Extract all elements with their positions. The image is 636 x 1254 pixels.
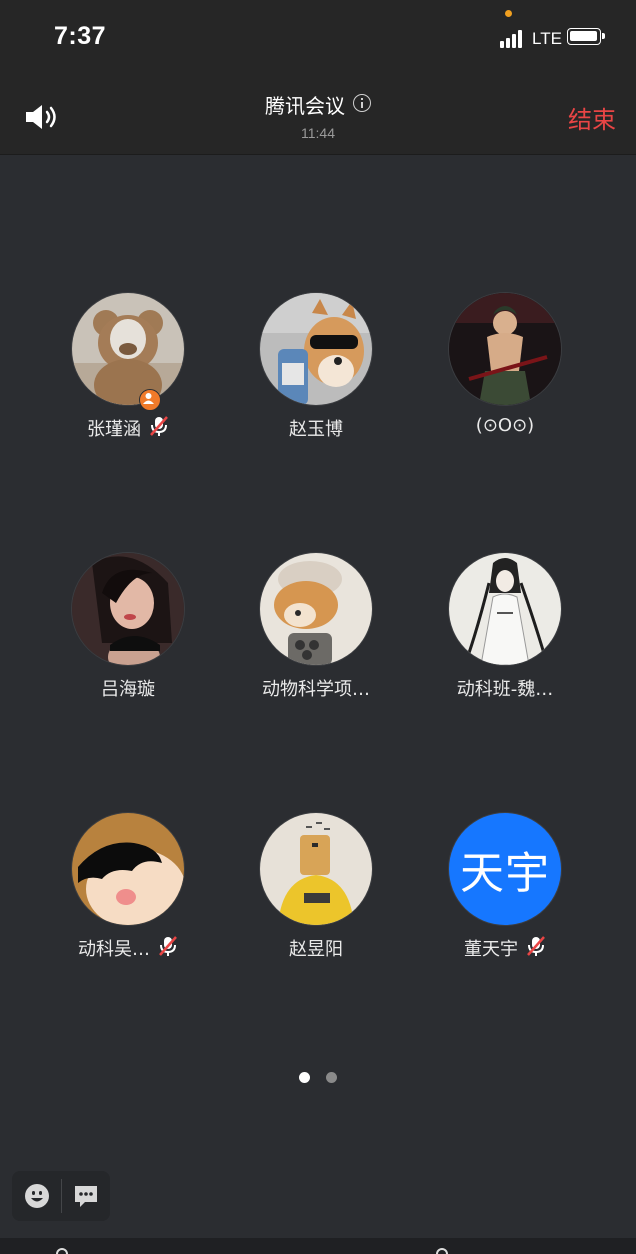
avatar-bag-head-person [260, 813, 372, 925]
avatar-anime-swordsman [449, 293, 561, 405]
participant-name: 动科班-魏… [456, 679, 554, 700]
participant-name: 张瑾涵 [87, 419, 141, 440]
meeting-header: 腾讯会议 11:44 结束 [0, 76, 636, 155]
status-bar: 7:37 LTE [0, 0, 636, 76]
participant-name: (⊙O⊙) [475, 415, 535, 436]
quick-action-bar [12, 1171, 110, 1221]
meeting-elapsed-time: 11:44 [301, 125, 335, 141]
status-time: 7:37 [54, 22, 107, 50]
mic-muted-icon [150, 416, 168, 436]
avatar-text: 天宇 [449, 813, 561, 925]
chat-icon[interactable] [73, 1183, 99, 1209]
participants-icon[interactable] [436, 1248, 448, 1254]
participant-tile[interactable]: 吕海璇 [33, 553, 223, 713]
meeting-title: 腾讯会议 [265, 94, 345, 118]
participant-tile[interactable]: (⊙O⊙) [410, 293, 600, 453]
participant-tile[interactable]: 天宇 董天宇 [410, 813, 600, 973]
participant-name: 动物科学项… [262, 679, 370, 700]
avatar-cartoon-face [72, 813, 184, 925]
end-meeting-button[interactable]: 结束 [568, 100, 616, 135]
avatar-teddy-bear [72, 293, 184, 405]
page-indicator[interactable] [0, 1068, 636, 1087]
microphone-icon[interactable] [56, 1248, 68, 1254]
participant-name: 赵玉博 [289, 419, 343, 440]
participant-name: 动科吴… [78, 939, 150, 960]
network-type: LTE [532, 29, 562, 48]
mic-muted-icon [527, 936, 545, 956]
meeting-title-row[interactable]: 腾讯会议 [0, 90, 636, 119]
divider [61, 1179, 62, 1213]
host-badge-icon [139, 389, 161, 411]
participant-tile[interactable]: 张瑾涵 [33, 293, 223, 453]
emoji-icon[interactable] [24, 1183, 50, 1209]
participant-name: 赵昱阳 [289, 939, 343, 960]
avatar-dog-with-sunglasses [260, 293, 372, 405]
participant-tile[interactable]: 赵玉博 [221, 293, 411, 453]
meeting-screen: 7:37 LTE 腾讯会议 11:44 结束 张瑾涵 赵玉博 (⊙O⊙) 吕海璇… [0, 0, 636, 1254]
recording-indicator-icon [505, 10, 512, 17]
participant-tile[interactable]: 动物科学项… [221, 553, 411, 713]
info-icon[interactable] [353, 93, 371, 112]
participant-name: 吕海璇 [101, 679, 155, 700]
battery-icon [567, 28, 605, 45]
mic-muted-icon [159, 936, 177, 956]
avatar-couple-photo [72, 553, 184, 665]
bottom-toolbar [0, 1238, 636, 1254]
participant-tile[interactable]: 赵昱阳 [221, 813, 411, 973]
participant-name: 董天宇 [464, 939, 518, 960]
participant-tile[interactable]: 动科吴… [33, 813, 223, 973]
avatar-ink-painting-figure [449, 553, 561, 665]
avatar-shiba-dog [260, 553, 372, 665]
participant-tile[interactable]: 动科班-魏… [410, 553, 600, 713]
avatar-initials: 天宇 [460, 848, 550, 899]
signal-strength-icon [500, 30, 526, 48]
page-dot[interactable] [326, 1072, 337, 1083]
page-dot-active[interactable] [299, 1072, 310, 1083]
